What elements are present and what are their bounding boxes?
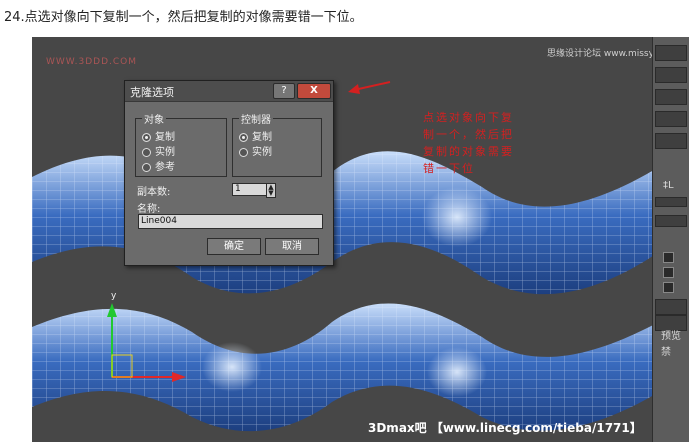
cancel-button[interactable]: 取消 [265, 238, 319, 255]
lower-wave-object [32, 303, 659, 432]
object-reference-radio[interactable]: 参考 [142, 158, 175, 173]
object-reference-label: 参考 [155, 162, 175, 173]
object-copy-radio[interactable]: 复制 [142, 128, 175, 143]
spinner-arrows-icon[interactable]: ▲ ▼ [266, 183, 276, 198]
panel-button-1[interactable] [655, 299, 687, 315]
annotation-arrow [348, 81, 391, 94]
panel-checkbox-1[interactable] [663, 252, 674, 263]
panel-icon-label: ‡L [663, 180, 674, 191]
axis-y-label: y [111, 291, 117, 301]
panel-divider [655, 197, 687, 207]
clone-options-dialog: 克隆选项 ? X 对象 复制 实例 参考 控制器 复制 实例 副本数: 1 ▲ ▼… [124, 80, 334, 266]
panel-rollout-header[interactable] [655, 215, 687, 227]
object-instance-label: 实例 [155, 147, 175, 158]
panel-slot-3[interactable] [655, 89, 687, 105]
object-instance-radio[interactable]: 实例 [142, 143, 175, 158]
watermark-missyuan: 思缘设计论坛 www.missyuan.com [547, 49, 659, 59]
controller-instance-label: 实例 [252, 147, 272, 158]
panel-slot-5[interactable] [655, 133, 687, 149]
controller-instance-radio[interactable]: 实例 [239, 143, 272, 158]
panel-checkbox-2[interactable] [663, 267, 674, 278]
radio-selected-icon [142, 132, 151, 142]
object-copy-label: 复制 [155, 132, 175, 143]
bottom-watermark: 3Dmax吧 【www.linecg.com/tieba/1771】 [368, 421, 642, 435]
annotation-text: 点选对象向下复制一个，然后把复制的对象需要错一下位 [423, 111, 514, 175]
panel-slot-4[interactable] [655, 111, 687, 127]
panel-disable-label: 禁 [661, 347, 671, 358]
watermark-3ddd: WWW.3DDD.COM [46, 57, 138, 67]
radio-selected-icon [239, 132, 248, 142]
radio-icon [142, 147, 151, 157]
name-label: 名称: [137, 204, 161, 215]
panel-slot-1[interactable] [655, 45, 687, 61]
copies-label: 副本数: [137, 187, 171, 198]
controller-copy-radio[interactable]: 复制 [239, 128, 272, 143]
instruction-caption: 24.点选对像向下复制一个，然后把复制的对像需要错一下位。 [4, 10, 363, 25]
object-group: 对象 复制 实例 参考 [135, 111, 227, 177]
dialog-titlebar[interactable]: 克隆选项 ? X [125, 81, 333, 102]
radio-icon [142, 162, 151, 172]
object-group-label: 对象 [142, 111, 166, 126]
panel-checkbox-3[interactable] [663, 282, 674, 293]
controller-copy-label: 复制 [252, 132, 272, 143]
close-button[interactable]: X [297, 83, 331, 99]
panel-preview-label: 预览 [661, 331, 681, 342]
help-button[interactable]: ? [273, 83, 295, 99]
radio-icon [239, 147, 248, 157]
name-input[interactable]: Line004 [138, 214, 323, 229]
dialog-title: 克隆选项 [130, 86, 174, 99]
controller-group-label: 控制器 [239, 111, 273, 126]
ok-button[interactable]: 确定 [207, 238, 261, 255]
command-panel: ‡L 预览 禁 [652, 37, 689, 442]
controller-group: 控制器 复制 实例 [232, 111, 322, 177]
panel-slot-2[interactable] [655, 67, 687, 83]
